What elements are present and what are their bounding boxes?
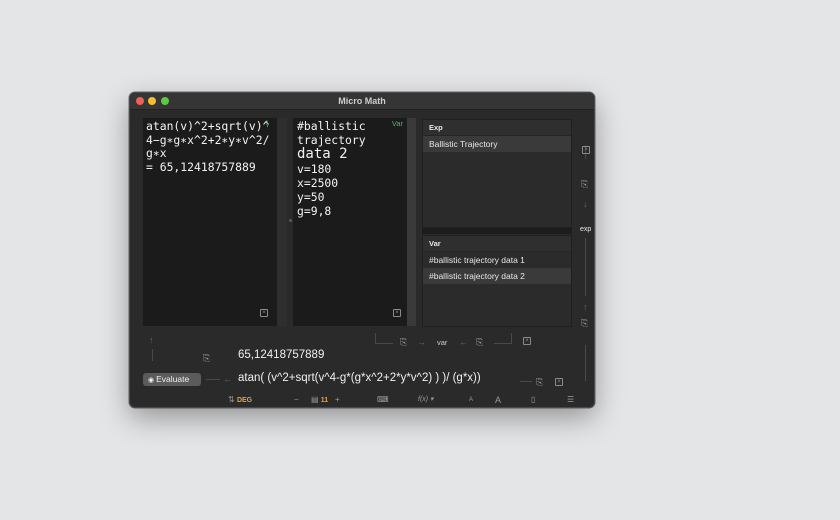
font-size-value: 11 <box>320 397 329 404</box>
exp-list-header: Exp <box>423 120 571 136</box>
rail-line <box>585 345 586 381</box>
rail-line <box>494 343 512 344</box>
function-menu[interactable]: f(x) ▾ <box>418 393 434 407</box>
var-list: Var #ballistic trajectory data 1 #ballis… <box>422 235 572 327</box>
arrow-up-icon[interactable]: ↑ <box>583 302 588 312</box>
close-icon[interactable]: × <box>582 146 590 154</box>
arrow-left-icon[interactable]: ← <box>459 337 468 347</box>
app-window: Micro Math atan(v)^2+sqrt(v)^4−g∗g∗x^2+2… <box>129 92 595 408</box>
var-button[interactable]: var <box>437 338 447 347</box>
variable-line: g=9,8 <box>297 204 332 218</box>
arrows-icon: ⇅ <box>228 395 235 404</box>
variable-line: x=2500 <box>297 176 339 190</box>
editor-gutter <box>277 118 287 326</box>
keyboard-icon[interactable]: ⌨ <box>377 393 389 407</box>
copy-icon[interactable]: ⎘ <box>581 179 588 189</box>
arrow-left-icon[interactable]: ← <box>223 374 232 384</box>
exp-list-item[interactable]: Ballistic Trajectory <box>423 136 571 152</box>
expression-text[interactable]: atan(v)^2+sqrt(v)^4−g∗g∗x^2+2∗y∗v^2/g∗x <box>146 119 274 161</box>
text-size-icon: ▤ <box>311 395 319 404</box>
side-lists: Exp Ballistic Trajectory Var #ballistic … <box>422 118 572 328</box>
result-display: 65,12418757889 <box>238 349 325 361</box>
arrow-down-icon[interactable]: ↓ <box>583 199 588 209</box>
evaluate-label: Evaluate <box>156 374 190 384</box>
close-icon[interactable]: × <box>523 337 531 345</box>
var-list-item[interactable]: #ballistic trajectory data 1 <box>423 252 571 268</box>
variable-line: #ballistic <box>297 119 366 133</box>
var-list-item[interactable]: #ballistic trajectory data 2 <box>423 268 571 284</box>
window-title: Micro Math <box>338 96 386 106</box>
arrow-right-icon[interactable]: → <box>417 337 426 347</box>
function-menu-label: f(x) <box>418 396 429 403</box>
rail-line <box>152 349 153 361</box>
eye-icon: ◉ <box>148 377 155 384</box>
exp-label[interactable]: exp <box>580 226 591 233</box>
titlebar: Micro Math <box>130 93 594 110</box>
var-list-header: Var <box>423 236 571 252</box>
rail-line <box>375 343 393 344</box>
list-splitter[interactable] <box>422 228 572 234</box>
variables-editor[interactable]: Var #ballistic trajectory data 2 v=180 x… <box>293 118 407 326</box>
rail-line <box>585 238 586 296</box>
variable-line: v=180 <box>297 162 332 176</box>
rail-line <box>206 379 220 380</box>
rail-line <box>375 333 376 343</box>
rail-line <box>520 381 532 382</box>
font-increase-button[interactable]: + <box>335 393 340 407</box>
close-icon[interactable]: × <box>555 378 563 386</box>
exp-list: Exp Ballistic Trajectory <box>422 119 572 228</box>
variable-line: trajectory <box>297 133 366 147</box>
angle-mode-label: DEG <box>236 397 253 404</box>
copy-icon[interactable]: ⎘ <box>203 353 210 363</box>
copy-icon[interactable]: ⎘ <box>400 337 407 347</box>
angle-mode-toggle[interactable]: ⇅ DEG <box>228 393 253 407</box>
curve-icon[interactable]: ⌇ <box>265 119 276 129</box>
variable-line: y=50 <box>297 190 325 204</box>
arrow-up-icon[interactable]: ↑ <box>149 335 154 345</box>
rail-line <box>511 333 512 343</box>
font-large-button[interactable]: A <box>495 393 501 407</box>
copy-icon[interactable]: ⎘ <box>581 318 588 328</box>
list-icon[interactable]: ☰ <box>567 393 574 407</box>
font-decrease-button[interactable]: − <box>294 393 299 407</box>
font-small-button[interactable]: A <box>469 393 473 407</box>
copy-icon[interactable]: ⎘ <box>536 377 543 387</box>
font-size-indicator: ▤ 11 <box>311 393 329 407</box>
scrollbar[interactable] <box>407 118 416 326</box>
expression-editor[interactable]: atan(v)^2+sqrt(v)^4−g∗g∗x^2+2∗y∗v^2/g∗x … <box>143 118 277 326</box>
notes-icon[interactable]: ▯ <box>531 393 535 407</box>
splitter-handle[interactable] <box>289 219 292 222</box>
close-icon[interactable]: × <box>260 309 268 317</box>
variable-line: data 2 <box>297 146 348 162</box>
evaluate-button[interactable]: ◉ Evaluate <box>143 373 201 386</box>
var-badge: Var <box>391 119 403 128</box>
expression-result: = 65,12418757889 <box>146 160 256 174</box>
close-icon[interactable]: × <box>393 309 401 317</box>
bottom-toolbar: ⇅ DEG − ▤ 11 + ⌨ f(x) ▾ A A ▯ ☰ <box>130 393 594 407</box>
formula-input[interactable]: atan( (v^2+sqrt(v^4-g*(g*x^2+2*y*v^2) ) … <box>238 372 481 384</box>
copy-icon[interactable]: ⎘ <box>476 337 483 347</box>
